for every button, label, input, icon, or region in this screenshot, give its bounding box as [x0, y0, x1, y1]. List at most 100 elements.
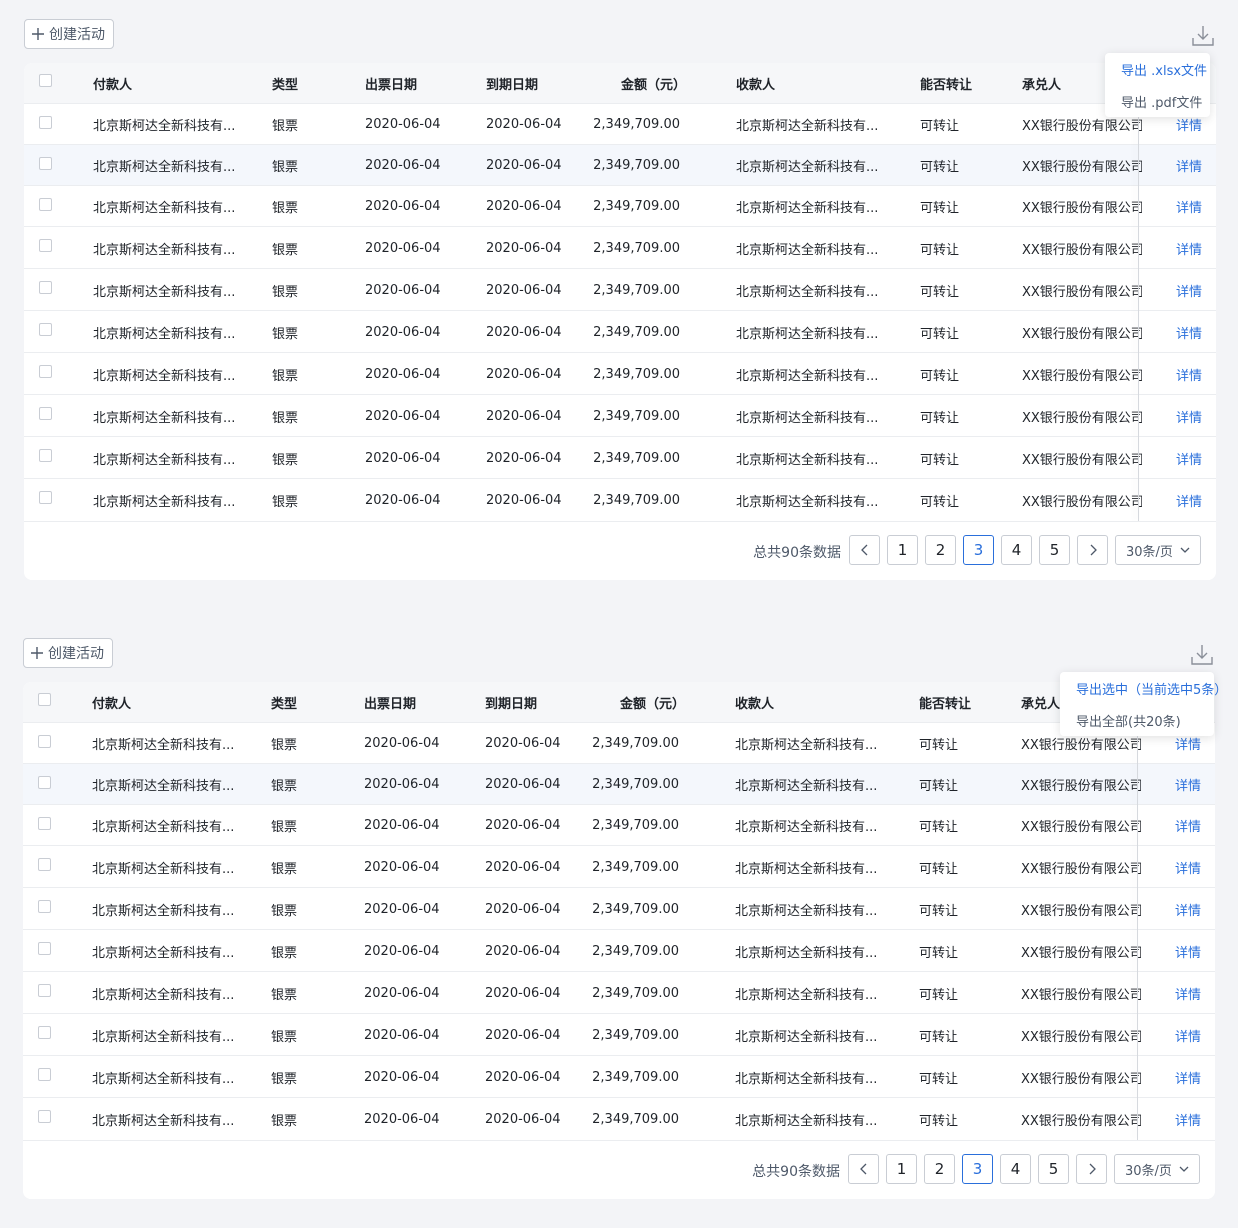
- cell-amount: 2,349,709.00: [593, 158, 680, 173]
- cell-amount: 2,349,709.00: [592, 777, 679, 792]
- table-row: 北京斯柯达全新科技有... 银票 2020-06-04 2020-06-04 2,349…: [23, 1097, 1215, 1140]
- cell-payer: 北京斯柯达全新科技有...: [92, 1113, 235, 1129]
- page-3-button[interactable]: 3: [962, 1154, 993, 1184]
- detail-link[interactable]: 详情: [1176, 227, 1216, 269]
- detail-link[interactable]: 详情: [1176, 269, 1216, 311]
- cell-issue_date: 2020-06-04: [365, 492, 441, 508]
- row-checkbox[interactable]: [39, 407, 52, 420]
- row-checkbox[interactable]: [39, 116, 52, 129]
- next-page-button[interactable]: [1077, 535, 1108, 565]
- detail-link[interactable]: 详情: [1175, 1098, 1215, 1140]
- cell-payer: 北京斯柯达全新科技有...: [93, 284, 236, 300]
- page-1-button[interactable]: 1: [887, 535, 918, 565]
- page-1-button[interactable]: 1: [886, 1154, 917, 1184]
- detail-link[interactable]: 详情: [1175, 1056, 1215, 1098]
- export-menu-item[interactable]: 导出选中（当前选中5条）: [1060, 672, 1227, 704]
- cell-type: 银票: [272, 242, 299, 258]
- create-activity-button[interactable]: 创建活动: [23, 638, 113, 668]
- detail-link[interactable]: 详情: [1175, 972, 1215, 1014]
- cell-transfer: 可转让: [919, 1071, 959, 1087]
- detail-link[interactable]: 详情: [1176, 186, 1216, 227]
- cell-payer: 北京斯柯达全新科技有...: [92, 903, 235, 919]
- row-checkbox[interactable]: [39, 157, 52, 170]
- cell-amount: 2,349,709.00: [593, 199, 680, 214]
- page-size-value: 30条/页: [1126, 544, 1173, 560]
- row-checkbox[interactable]: [39, 491, 52, 504]
- data-table: 付款人 类型 出票日期 到期日期 金额（元） 收款人 能否转让 承兑人 北京斯柯达全新科技有..…: [24, 63, 1216, 580]
- cell-amount: 2,349,709.00: [593, 117, 680, 132]
- next-page-button[interactable]: [1076, 1154, 1107, 1184]
- cell-payer: 北京斯柯达全新科技有...: [92, 738, 235, 753]
- row-checkbox[interactable]: [38, 817, 51, 830]
- cell-transfer: 可转让: [920, 410, 960, 426]
- export-menu-item[interactable]: 导出 .xlsx文件: [1105, 53, 1210, 85]
- cell-type: 银票: [271, 987, 298, 1003]
- row-checkbox[interactable]: [38, 1110, 51, 1123]
- cell-issue_date: 2020-06-04: [365, 366, 441, 382]
- cell-payee: 北京斯柯达全新科技有...: [735, 779, 878, 794]
- row-checkbox[interactable]: [38, 1068, 51, 1081]
- cell-payee: 北京斯柯达全新科技有...: [735, 987, 878, 1003]
- page-3-button[interactable]: 3: [963, 535, 994, 565]
- cell-due_date: 2020-06-04: [486, 158, 562, 173]
- table-row: 北京斯柯达全新科技有... 银票 2020-06-04 2020-06-04 2,349…: [24, 144, 1216, 186]
- prev-page-button[interactable]: [848, 1154, 879, 1184]
- row-checkbox[interactable]: [38, 984, 51, 997]
- table-row: 北京斯柯达全新科技有... 银票 2020-06-04 2020-06-04 2,349…: [24, 185, 1216, 227]
- detail-link[interactable]: 详情: [1176, 311, 1216, 353]
- page-4-button[interactable]: 4: [1000, 1154, 1031, 1184]
- page-5-button[interactable]: 5: [1039, 535, 1070, 565]
- detail-link[interactable]: 详情: [1176, 479, 1216, 521]
- select-all-checkbox[interactable]: [39, 74, 52, 87]
- cell-type: 银票: [272, 160, 299, 175]
- cell-amount: 2,349,709.00: [592, 901, 679, 917]
- row-checkbox[interactable]: [38, 900, 51, 913]
- detail-link[interactable]: 详情: [1175, 805, 1215, 846]
- cell-transfer: 可转让: [920, 160, 960, 175]
- row-checkbox[interactable]: [39, 198, 52, 211]
- select-all-checkbox[interactable]: [38, 693, 51, 706]
- row-checkbox[interactable]: [38, 776, 51, 789]
- download-icon[interactable]: [1189, 642, 1215, 668]
- row-checkbox[interactable]: [39, 323, 52, 336]
- detail-link[interactable]: 详情: [1176, 353, 1216, 395]
- download-icon[interactable]: [1190, 23, 1216, 49]
- export-menu-item[interactable]: 导出 .pdf文件: [1105, 85, 1210, 117]
- page-size-select[interactable]: 30条/页: [1114, 1154, 1200, 1184]
- page-2-button[interactable]: 2: [924, 1154, 955, 1184]
- detail-link[interactable]: 详情: [1175, 846, 1215, 888]
- detail-link[interactable]: 详情: [1176, 395, 1216, 437]
- column-header-payee: 收款人: [736, 77, 776, 93]
- row-checkbox[interactable]: [38, 1026, 51, 1039]
- detail-link[interactable]: 详情: [1175, 1014, 1215, 1056]
- row-checkbox[interactable]: [39, 365, 52, 378]
- detail-link[interactable]: 详情: [1175, 764, 1215, 805]
- detail-link[interactable]: 详情: [1176, 145, 1216, 186]
- detail-link[interactable]: 详情: [1176, 437, 1216, 479]
- export-menu-item[interactable]: 导出全部(共20条): [1060, 704, 1214, 736]
- page-5-button[interactable]: 5: [1038, 1154, 1069, 1184]
- prev-page-button[interactable]: [849, 535, 880, 565]
- page-4-button[interactable]: 4: [1001, 535, 1032, 565]
- row-checkbox[interactable]: [39, 281, 52, 294]
- detail-link[interactable]: 详情: [1175, 888, 1215, 930]
- create-activity-button[interactable]: 创建活动: [24, 19, 114, 49]
- cell-due_date: 2020-06-04: [485, 1069, 561, 1085]
- cell-type: 银票: [272, 284, 299, 300]
- page-size-value: 30条/页: [1125, 1163, 1172, 1179]
- row-checkbox[interactable]: [38, 735, 51, 748]
- row-checkbox[interactable]: [38, 942, 51, 955]
- page-size-select[interactable]: 30条/页: [1115, 535, 1201, 565]
- cell-amount: 2,349,709.00: [592, 818, 679, 833]
- table-row: 北京斯柯达全新科技有... 银票 2020-06-04 2020-06-04 2,349…: [24, 226, 1216, 269]
- row-checkbox[interactable]: [39, 449, 52, 462]
- row-checkbox[interactable]: [39, 239, 52, 252]
- cell-transfer: 可转让: [920, 119, 960, 134]
- cell-payer: 北京斯柯达全新科技有...: [93, 326, 236, 342]
- row-checkbox[interactable]: [38, 858, 51, 871]
- cell-due_date: 2020-06-04: [485, 985, 561, 1001]
- page-2-button[interactable]: 2: [925, 535, 956, 565]
- total-count: 总共90条数据: [753, 545, 841, 561]
- column-header-payer: 付款人: [93, 77, 133, 93]
- detail-link[interactable]: 详情: [1175, 930, 1215, 972]
